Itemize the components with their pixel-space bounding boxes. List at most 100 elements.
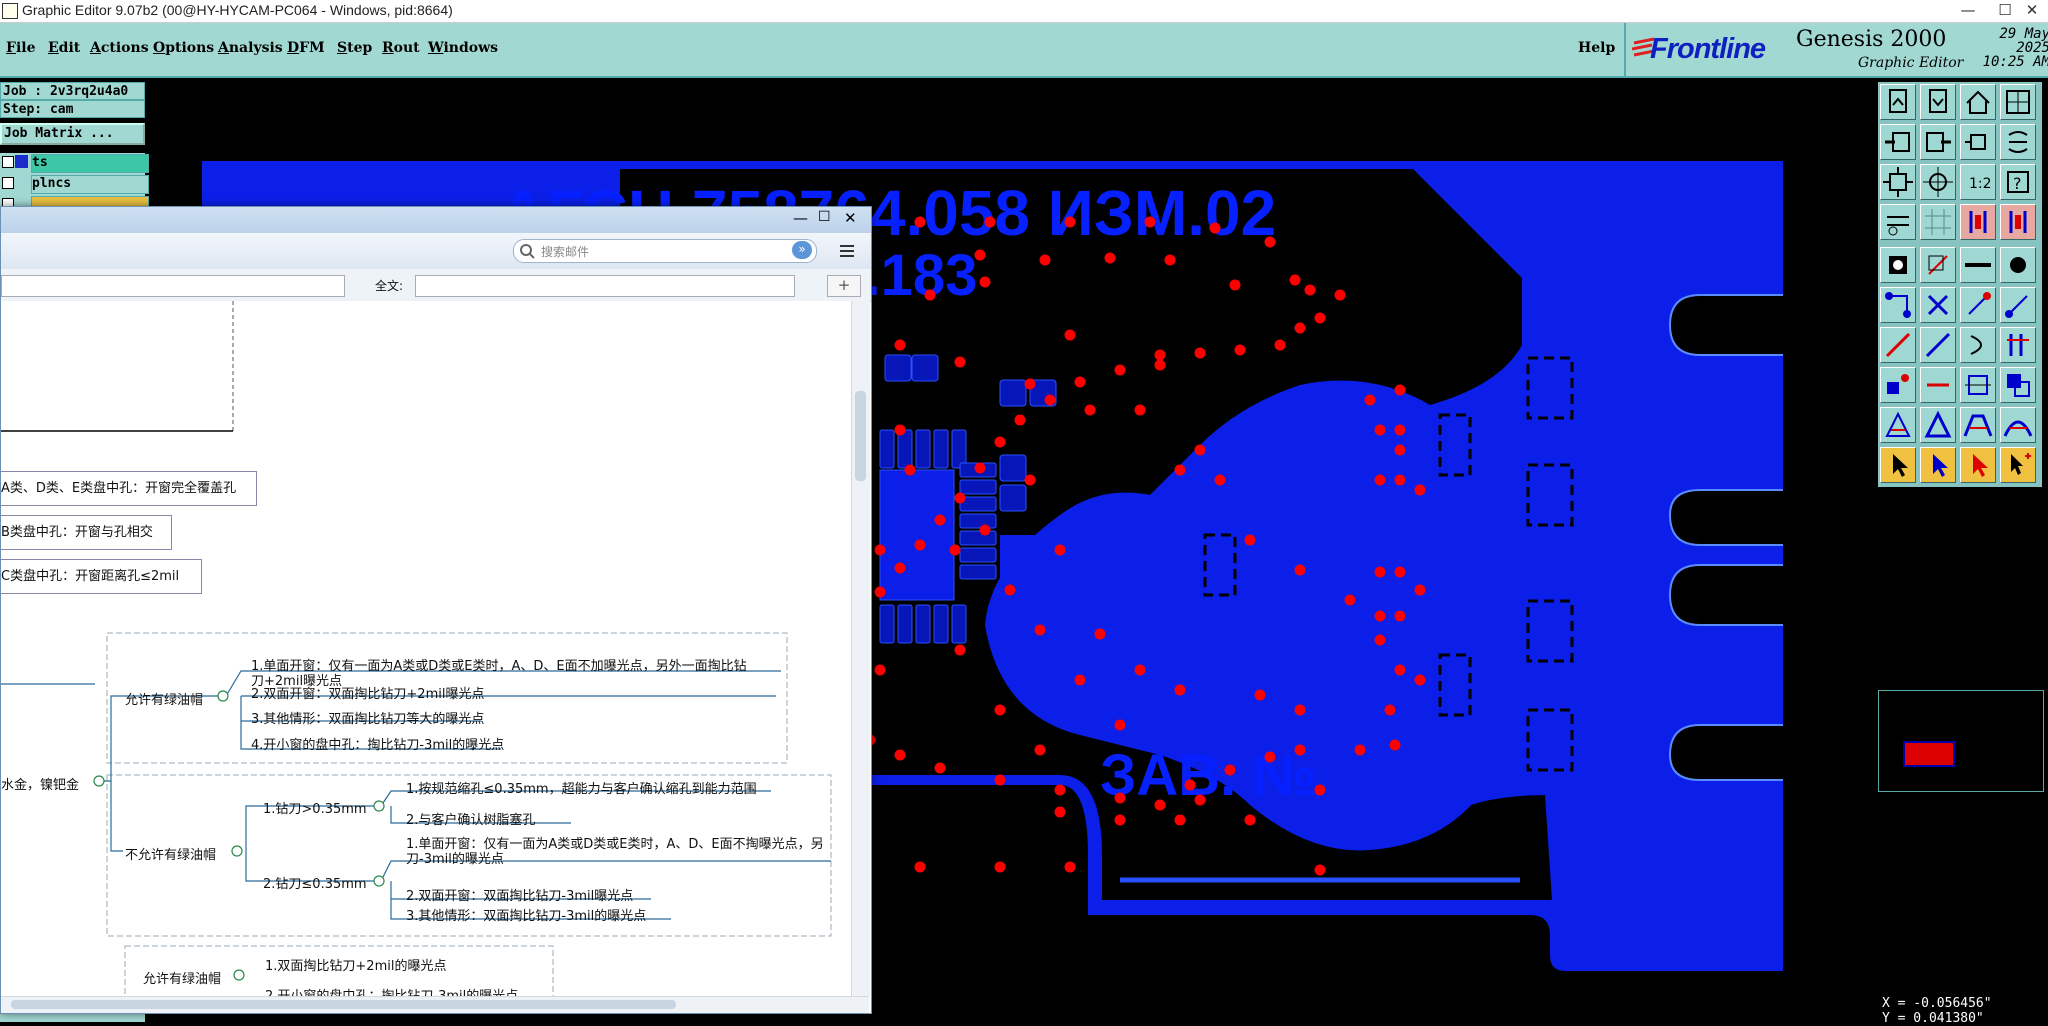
pan-icon[interactable]: [1960, 124, 1996, 160]
menu-step[interactable]: Step: [337, 40, 372, 56]
drill-point: [1374, 566, 1386, 578]
node-allow2-2[interactable]: 2.开小窗的盘中孔：掏比钻刀-3mil的曝光点: [265, 985, 518, 996]
home-icon[interactable]: [1960, 84, 1996, 120]
node-drill-gt[interactable]: 1.钻刀>0.35mm: [263, 798, 367, 817]
drill-point: [1174, 684, 1186, 696]
scrollbar-thumb[interactable]: [11, 1000, 676, 1009]
close-button[interactable]: ✕: [844, 209, 857, 227]
node-drill-gt-1[interactable]: 1.按规范缩孔≤0.35mm，超能力与客户确认缩孔到能力范围: [406, 778, 757, 797]
zoom-right-icon[interactable]: [1920, 124, 1956, 160]
drill-point: [914, 539, 926, 551]
menu-help[interactable]: Help: [1578, 40, 1615, 56]
vertical-scrollbar[interactable]: [851, 301, 870, 996]
filter-input[interactable]: [1, 275, 345, 297]
snap-grid-icon[interactable]: [1920, 204, 1956, 240]
layer-item-ts[interactable]: ts: [31, 154, 149, 173]
menu-actions[interactable]: Actions: [90, 40, 149, 56]
node-drill-le-2[interactable]: 2.双面开窗：双面掏比钻刀-3mil曝光点: [406, 885, 633, 904]
menu-analysis[interactable]: Analysis: [218, 40, 283, 56]
search-box[interactable]: 搜索邮件 »: [513, 239, 817, 263]
node-deny-solder-cap[interactable]: 不允许有绿油帽: [125, 844, 216, 863]
help-icon[interactable]: ?: [2000, 164, 2036, 200]
layer-checkbox[interactable]: [2, 156, 14, 168]
draw-line-icon[interactable]: [1880, 327, 1916, 363]
layer-item-plncs[interactable]: plncs: [31, 175, 149, 194]
node-allow2-solder-cap[interactable]: 允许有绿油帽: [143, 968, 221, 987]
align-icon[interactable]: [2000, 327, 2036, 363]
resize-icon[interactable]: [1960, 367, 1996, 403]
search-expand-button[interactable]: »: [792, 241, 812, 259]
node-b-class[interactable]: B类盘中孔：开窗与孔相交: [1, 515, 172, 550]
minimap-viewport[interactable]: [1903, 741, 1955, 767]
route-icon[interactable]: [2000, 287, 2036, 323]
arc-icon[interactable]: [1960, 327, 1996, 363]
node-allow-solder-cap[interactable]: 允许有绿油帽: [125, 689, 203, 708]
polygon-icon[interactable]: [1920, 407, 1956, 443]
menu-windows[interactable]: Windows: [428, 40, 498, 56]
minimize-button[interactable]: —: [1948, 0, 1988, 22]
triangle-icon[interactable]: [1880, 407, 1916, 443]
minimap[interactable]: [1878, 690, 2044, 792]
menu-dfm[interactable]: DFM: [287, 40, 325, 56]
circle-pad-icon[interactable]: [2000, 247, 2036, 283]
drill-point: [904, 464, 916, 476]
surface-icon[interactable]: [1960, 407, 1996, 443]
arc-surface-icon[interactable]: [2000, 407, 2036, 443]
scrollbar-thumb[interactable]: [855, 391, 866, 481]
node-drill-gt-2[interactable]: 2.与客户确认树脂塞孔: [406, 809, 535, 828]
line-icon[interactable]: [1960, 247, 1996, 283]
node-c-class[interactable]: C类盘中孔：开窗距离孔≤2mil: [1, 559, 202, 594]
node-allow-4[interactable]: 4.开小窗的盘中孔：掏比钻刀-3mil的曝光点: [251, 734, 504, 753]
menu-rout[interactable]: Rout: [382, 40, 420, 56]
zoom-left-icon[interactable]: [1880, 124, 1916, 160]
draw-segment-icon[interactable]: [1920, 327, 1956, 363]
node-root[interactable]: 水金，镍钯金: [1, 774, 79, 793]
drill-point: [914, 861, 926, 873]
node-a-class[interactable]: A类、D类、E类盘中孔：开窗完全覆盖孔: [1, 471, 257, 506]
node-allow2-1[interactable]: 1.双面掏比钻刀+2mil的曝光点: [265, 955, 446, 974]
node-drill-le-3[interactable]: 3.其他情形：双面掏比钻刀-3mil的曝光点: [406, 905, 646, 924]
maximize-button[interactable]: ☐: [818, 209, 831, 225]
close-button[interactable]: ✕: [2012, 0, 2048, 22]
redraw-icon[interactable]: [2000, 124, 2036, 160]
layer-checkbox[interactable]: [2, 177, 14, 189]
job-matrix-button[interactable]: Job Matrix ...: [0, 123, 145, 145]
fit-icon[interactable]: [1880, 164, 1916, 200]
menu-options[interactable]: Options: [153, 40, 214, 56]
grid-icon[interactable]: [2000, 84, 2036, 120]
pad-icon[interactable]: [1880, 247, 1916, 283]
select-net-icon[interactable]: [2000, 447, 2036, 483]
trace-icon[interactable]: [1960, 287, 1996, 323]
node-allow-2[interactable]: 2.双面开窗：双面掏比钻刀+2mil曝光点: [251, 683, 484, 702]
open-icon[interactable]: [1880, 84, 1916, 120]
x-coordinate: X = -0.056456": [1882, 996, 1992, 1011]
add-filter-button[interactable]: +: [827, 275, 861, 297]
cross-icon[interactable]: [1920, 287, 1956, 323]
minimize-button[interactable]: —: [793, 209, 808, 227]
mindmap-canvas[interactable]: A类、D类、E类盘中孔：开窗完全覆盖孔 B类盘中孔：开窗与孔相交 C类盘中孔：开…: [1, 301, 851, 996]
drill-point: [1209, 222, 1221, 234]
move-icon[interactable]: [1880, 367, 1916, 403]
list-view-icon[interactable]: [838, 243, 856, 259]
menu-file[interactable]: File: [6, 40, 36, 56]
horizontal-scrollbar[interactable]: [1, 996, 869, 1013]
save-icon[interactable]: [1920, 84, 1956, 120]
select-add-icon[interactable]: [1920, 447, 1956, 483]
center-icon[interactable]: [1920, 164, 1956, 200]
edit-shape-icon[interactable]: [1920, 247, 1956, 283]
scale-icon[interactable]: 1:2: [1960, 164, 1996, 200]
fulltext-input[interactable]: [415, 275, 795, 297]
layer-down-icon[interactable]: [2000, 204, 2036, 240]
select-pointer-icon[interactable]: [1880, 447, 1916, 483]
node-allow-3[interactable]: 3.其他情形：双面掏比钻刀等大的曝光点: [251, 708, 484, 727]
node-drill-le[interactable]: 2.钻刀≤0.35mm: [263, 873, 367, 892]
node-drill-le-1b[interactable]: 刀-3mil的曝光点: [406, 848, 504, 867]
select-area-icon[interactable]: [1960, 447, 1996, 483]
measure-icon[interactable]: [1880, 204, 1916, 240]
copy-icon[interactable]: [2000, 367, 2036, 403]
layer-up-icon[interactable]: [1960, 204, 1996, 240]
minus-icon[interactable]: [1920, 367, 1956, 403]
connect-icon[interactable]: [1880, 287, 1916, 323]
menu-edit[interactable]: Edit: [48, 40, 80, 56]
product-subtitle: Graphic Editor: [1858, 55, 1964, 71]
